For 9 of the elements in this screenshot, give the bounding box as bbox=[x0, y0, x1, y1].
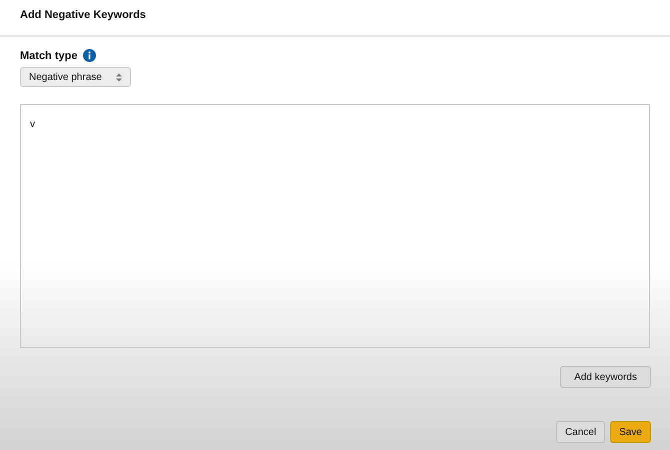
keywords-field[interactable]: v bbox=[20, 104, 650, 348]
match-type-select[interactable]: Negative phrase bbox=[20, 67, 131, 87]
cancel-button[interactable]: Cancel bbox=[556, 421, 606, 443]
add-keywords-button[interactable]: Add keywords bbox=[560, 366, 651, 388]
dialog-title: Add Negative Keywords bbox=[20, 9, 147, 21]
info-icon[interactable] bbox=[83, 49, 96, 62]
save-button[interactable]: Save bbox=[610, 421, 651, 443]
match-type-label: Match type bbox=[20, 50, 78, 62]
sort-arrows-icon bbox=[116, 72, 122, 82]
